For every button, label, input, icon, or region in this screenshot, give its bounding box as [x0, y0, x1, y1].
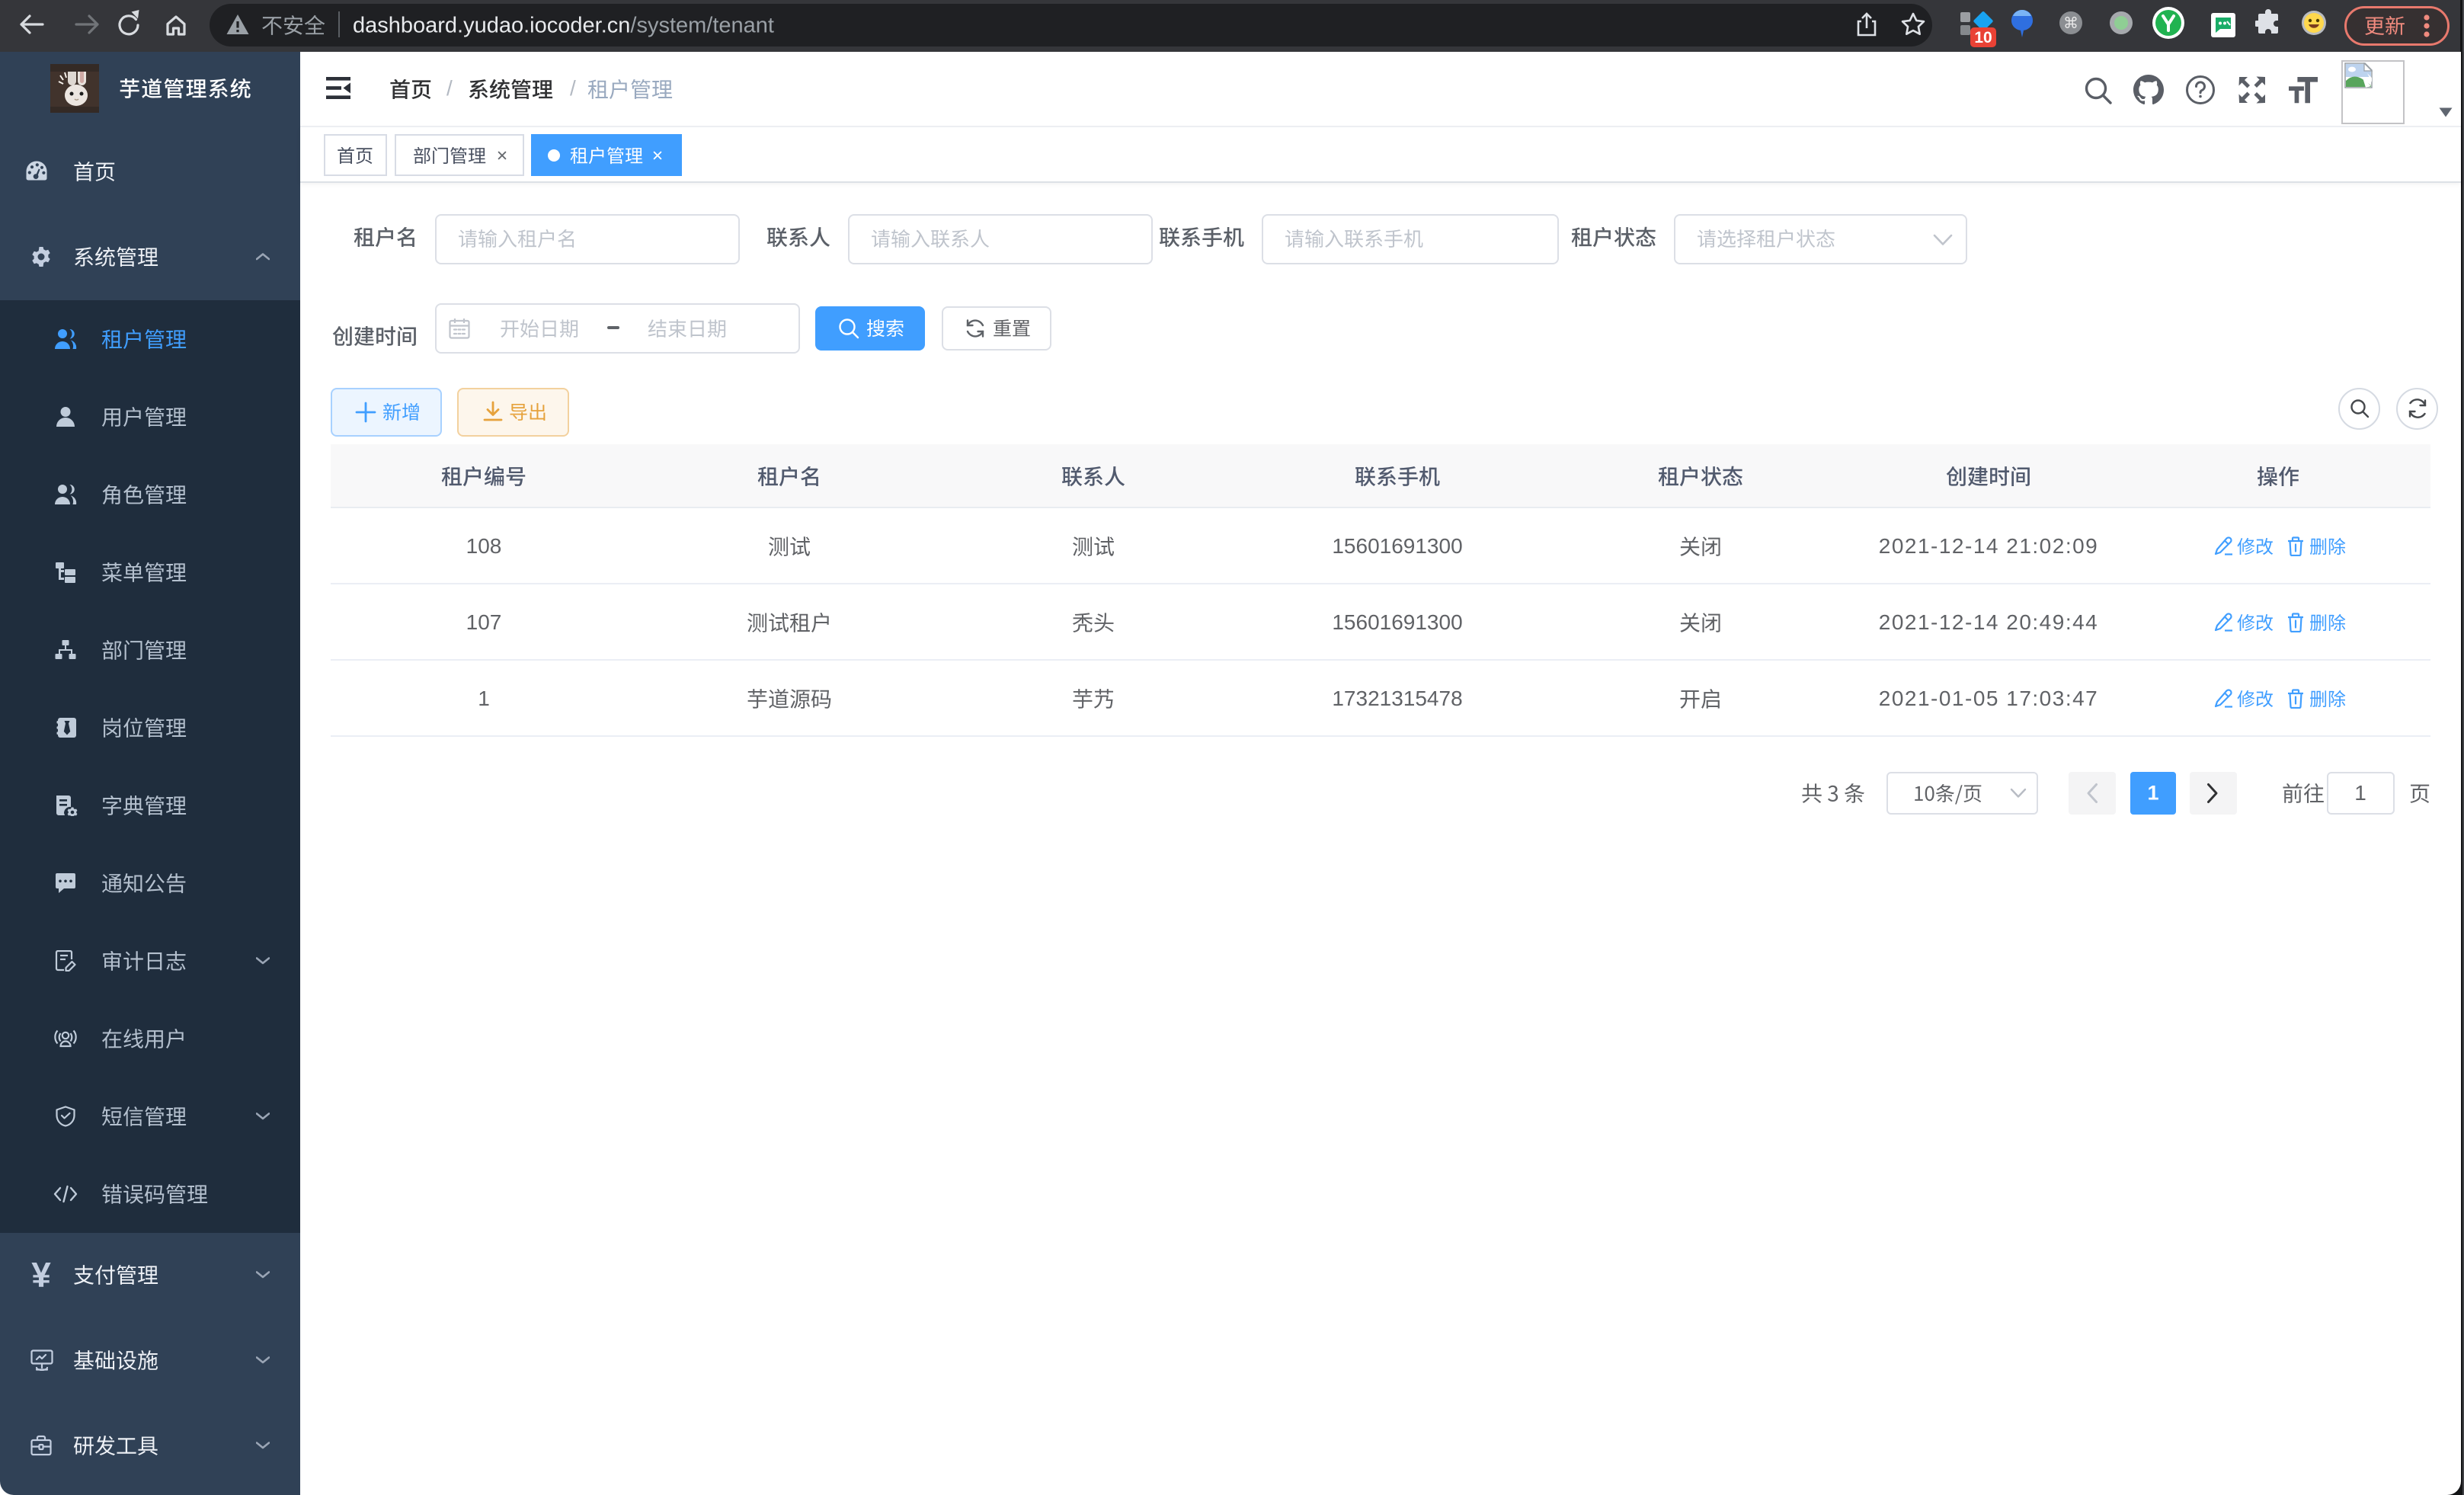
- svg-text:⌘: ⌘: [2063, 15, 2078, 32]
